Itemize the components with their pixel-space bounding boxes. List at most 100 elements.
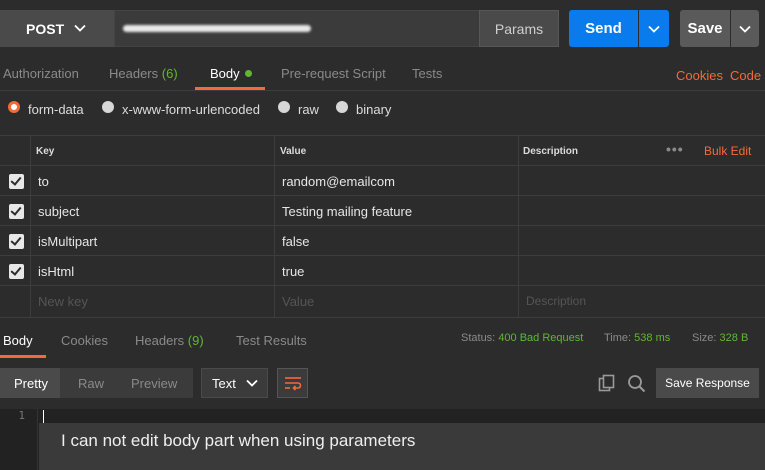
request-tabs: Authorization Headers (6) Body Pre-reque… — [0, 57, 765, 91]
column-value: Value — [280, 146, 307, 157]
time-label: Time: — [604, 332, 632, 344]
row-value[interactable]: true — [282, 264, 304, 279]
radio-binary[interactable]: binary — [336, 100, 392, 117]
method-dropdown[interactable]: POST — [0, 10, 114, 47]
radio-binary-label: binary — [356, 102, 392, 117]
time-readout: Time: 538 ms — [604, 332, 670, 344]
row-checkbox[interactable] — [9, 204, 24, 219]
row-checkbox[interactable] — [9, 174, 24, 189]
table-row-new: New key Value Description — [0, 286, 765, 316]
chevron-down-icon — [648, 25, 660, 33]
tab-response-headers-label: Headers — [135, 333, 185, 348]
chevron-down-icon — [74, 24, 86, 32]
row-value[interactable]: Testing mailing feature — [282, 204, 412, 219]
row-key[interactable]: to — [38, 174, 49, 189]
save-options-button[interactable] — [731, 10, 759, 47]
radio-urlencoded[interactable]: x-www-form-urlencoded — [102, 100, 260, 117]
radio-urlencoded-label: x-www-form-urlencoded — [122, 102, 260, 117]
view-raw-button[interactable]: Raw — [78, 376, 104, 391]
tab-authorization[interactable]: Authorization — [3, 66, 79, 81]
radio-icon — [102, 100, 114, 113]
column-description: Description — [523, 146, 579, 157]
time-value: 538 ms — [634, 332, 671, 344]
status-value: 400 Bad Request — [498, 332, 584, 344]
tab-body[interactable]: Body — [210, 66, 252, 81]
url-redacted — [123, 25, 311, 32]
more-options-icon[interactable]: ••• — [666, 141, 684, 157]
size-readout: Size: 328 B — [692, 332, 748, 344]
row-value[interactable]: random@emailcom — [282, 174, 395, 189]
new-value-input[interactable]: Value — [282, 294, 314, 309]
code-link[interactable]: Code — [730, 68, 761, 83]
format-dropdown[interactable]: Text — [201, 368, 268, 398]
active-tab-indicator — [195, 87, 265, 90]
row-key[interactable]: isHtml — [38, 264, 74, 279]
body-type-selector: form-data x-www-form-urlencoded raw bina… — [0, 91, 765, 135]
save-response-button[interactable]: Save Response — [656, 368, 759, 398]
table-header: Key Value Description ••• Bulk Edit — [0, 135, 765, 166]
tab-response-body[interactable]: Body — [3, 333, 33, 348]
table-row: to random@emailcom — [0, 166, 765, 196]
size-label: Size: — [692, 332, 717, 344]
view-mode-selector: Pretty Raw Preview — [0, 368, 193, 398]
radio-icon — [336, 100, 348, 113]
copy-icon[interactable] — [598, 374, 616, 392]
size-value: 328 B — [719, 332, 749, 344]
response-toolbar: Pretty Raw Preview Text Save Response — [0, 357, 765, 409]
line-number: 1 — [18, 409, 25, 422]
row-value[interactable]: false — [282, 234, 309, 249]
bulk-edit-link[interactable]: Bulk Edit — [704, 144, 751, 158]
chevron-down-icon — [739, 25, 751, 33]
row-checkbox[interactable] — [9, 234, 24, 249]
request-bar: POST Params Send Save — [0, 0, 765, 57]
form-data-table: Key Value Description ••• Bulk Edit to r… — [0, 135, 765, 317]
status-label: Status: — [461, 332, 496, 344]
url-input[interactable] — [114, 10, 480, 47]
save-button[interactable]: Save — [680, 10, 730, 47]
send-options-button[interactable] — [639, 10, 669, 47]
headers-count: (6) — [161, 66, 178, 81]
tab-prerequest-script[interactable]: Pre-request Script — [281, 66, 386, 81]
tab-headers[interactable]: Headers (6) — [109, 66, 178, 81]
radio-raw-label: raw — [298, 102, 319, 117]
format-label: Text — [212, 375, 236, 391]
response-headers-count: (9) — [187, 333, 204, 348]
column-divider — [274, 135, 275, 317]
annotation-caption: I can not edit body part when using para… — [39, 423, 765, 470]
column-key: Key — [36, 146, 55, 157]
tab-body-label: Body — [210, 66, 240, 81]
tab-response-cookies[interactable]: Cookies — [61, 333, 108, 348]
send-button[interactable]: Send — [569, 10, 638, 47]
tab-test-results[interactable]: Test Results — [236, 333, 307, 348]
radio-form-data[interactable]: form-data — [8, 100, 84, 117]
new-key-input[interactable]: New key — [38, 294, 88, 309]
row-checkbox[interactable] — [9, 264, 24, 279]
chevron-down-icon — [246, 379, 258, 387]
row-key[interactable]: subject — [38, 204, 79, 219]
radio-selected-icon — [8, 100, 20, 113]
radio-icon — [278, 100, 290, 113]
response-tabs: Body Cookies Headers (9) Test Results St… — [0, 317, 765, 358]
search-icon[interactable] — [627, 374, 646, 393]
view-preview-button[interactable]: Preview — [131, 376, 177, 391]
wrap-lines-icon — [284, 377, 301, 391]
radio-form-data-label: form-data — [28, 102, 84, 117]
wrap-lines-button[interactable] — [277, 368, 308, 398]
method-label: POST — [26, 20, 65, 37]
body-active-dot — [244, 70, 252, 77]
cookies-link[interactable]: Cookies — [676, 68, 723, 83]
row-key[interactable]: isMultipart — [38, 234, 97, 249]
response-editor[interactable]: 1 I can not edit body part when using pa… — [0, 409, 765, 470]
params-button[interactable]: Params — [479, 10, 559, 47]
radio-raw[interactable]: raw — [278, 100, 319, 117]
tab-tests[interactable]: Tests — [412, 66, 442, 81]
column-divider — [518, 135, 519, 317]
column-divider — [30, 135, 31, 317]
table-row: isMultipart false — [0, 226, 765, 256]
table-row: isHtml true — [0, 256, 765, 286]
new-description-input[interactable]: Description — [526, 294, 586, 308]
status-readout: Status: 400 Bad Request — [461, 332, 583, 344]
tab-response-headers[interactable]: Headers (9) — [135, 333, 204, 348]
table-row: subject Testing mailing feature — [0, 196, 765, 226]
view-pretty-button[interactable]: Pretty — [14, 376, 48, 391]
